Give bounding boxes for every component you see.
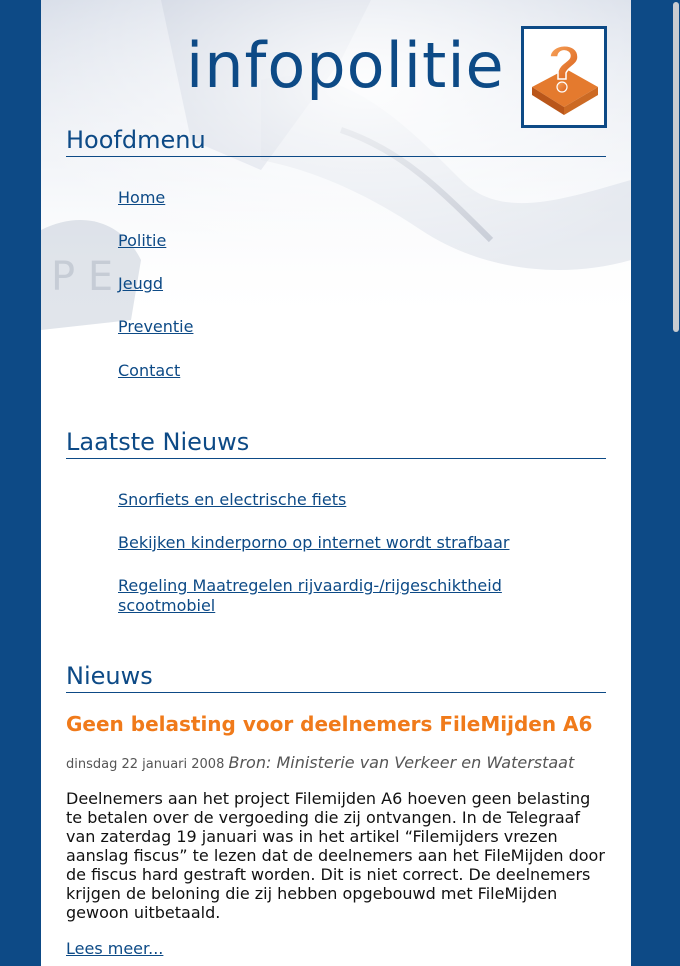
nav-link-home[interactable]: Home [118, 188, 165, 208]
article-source: Bron: Ministerie van Verkeer en Watersta… [228, 753, 575, 772]
scrollbar-thumb[interactable] [673, 2, 679, 332]
question-mark-icon[interactable] [521, 26, 607, 128]
latest-news-link[interactable]: Bekijken kinderporno op internet wordt s… [118, 533, 509, 553]
latest-news-heading: Laatste Nieuws [66, 428, 606, 459]
nav-link-contact[interactable]: Contact [118, 361, 180, 381]
site-header: infopolitie [41, 0, 631, 130]
article-title[interactable]: Geen belasting voor deelnemers FileMijde… [66, 710, 592, 738]
scrollbar[interactable] [672, 0, 680, 966]
svg-text:P E: P E [51, 254, 113, 300]
nav-link-politie[interactable]: Politie [118, 231, 166, 251]
read-more-link[interactable]: Lees meer... [66, 939, 163, 959]
page-container: P E infopolitie Hoofdmenu Home Politie J… [41, 0, 631, 966]
article-date: dinsdag 22 januari 2008 [66, 757, 225, 772]
latest-news-link[interactable]: Snorfiets en electrische fiets [118, 490, 346, 510]
news-heading: Nieuws [66, 662, 606, 693]
main-menu-heading: Hoofdmenu [66, 126, 606, 157]
article-body: Deelnemers aan het project Filemijden A6… [66, 789, 605, 922]
logo-graphic [532, 45, 598, 115]
latest-news-link[interactable]: Regeling Maatregelen rijvaardig-/rijgesc… [118, 576, 558, 616]
site-title[interactable]: infopolitie [186, 26, 505, 106]
article-meta: dinsdag 22 januari 2008 Bron: Ministerie… [66, 752, 574, 776]
nav-link-preventie[interactable]: Preventie [118, 317, 193, 337]
nav-link-jeugd[interactable]: Jeugd [118, 274, 163, 294]
